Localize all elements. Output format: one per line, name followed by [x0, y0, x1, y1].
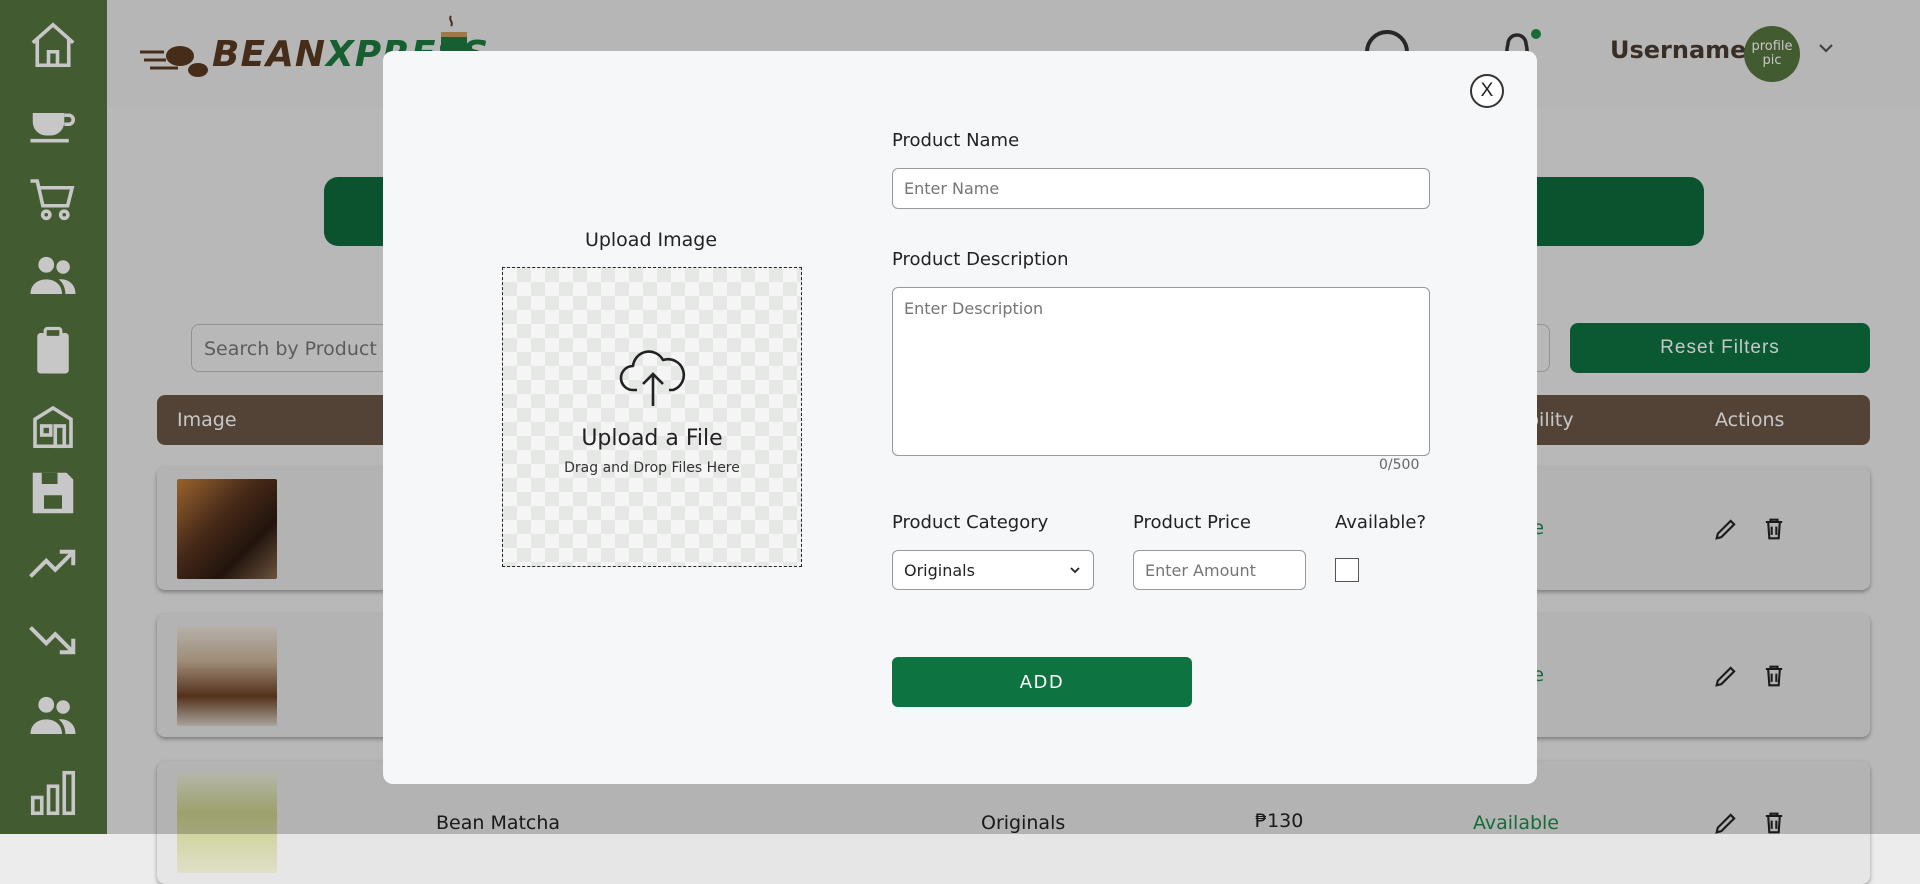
available-checkbox[interactable]	[1335, 558, 1359, 582]
category-selected-value: Originals	[904, 561, 975, 580]
product-name-input[interactable]	[892, 168, 1430, 209]
product-description-label: Product Description	[892, 249, 1069, 270]
chevron-down-icon	[1070, 567, 1080, 574]
cloud-upload-icon	[619, 350, 686, 406]
product-name-label: Product Name	[892, 130, 1020, 151]
file-dropzone[interactable]: Upload a File Drag and Drop Files Here	[502, 267, 802, 567]
upload-image-label: Upload Image	[584, 229, 718, 251]
product-description-input[interactable]	[892, 287, 1430, 456]
add-button[interactable]: ADD	[892, 657, 1192, 707]
add-product-modal: X Upload Image Upload a File Drag and Dr…	[383, 51, 1537, 784]
close-button[interactable]: X	[1470, 74, 1504, 108]
available-label: Available?	[1335, 512, 1427, 533]
upload-subtitle: Drag and Drop Files Here	[564, 460, 740, 476]
product-price-label: Product Price	[1133, 512, 1251, 533]
product-price-input[interactable]	[1133, 550, 1306, 590]
product-category-select[interactable]: Originals	[892, 550, 1094, 590]
product-category-label: Product Category	[892, 512, 1049, 533]
upload-title: Upload a File	[581, 426, 723, 451]
description-char-counter: 0/500	[1379, 457, 1420, 473]
